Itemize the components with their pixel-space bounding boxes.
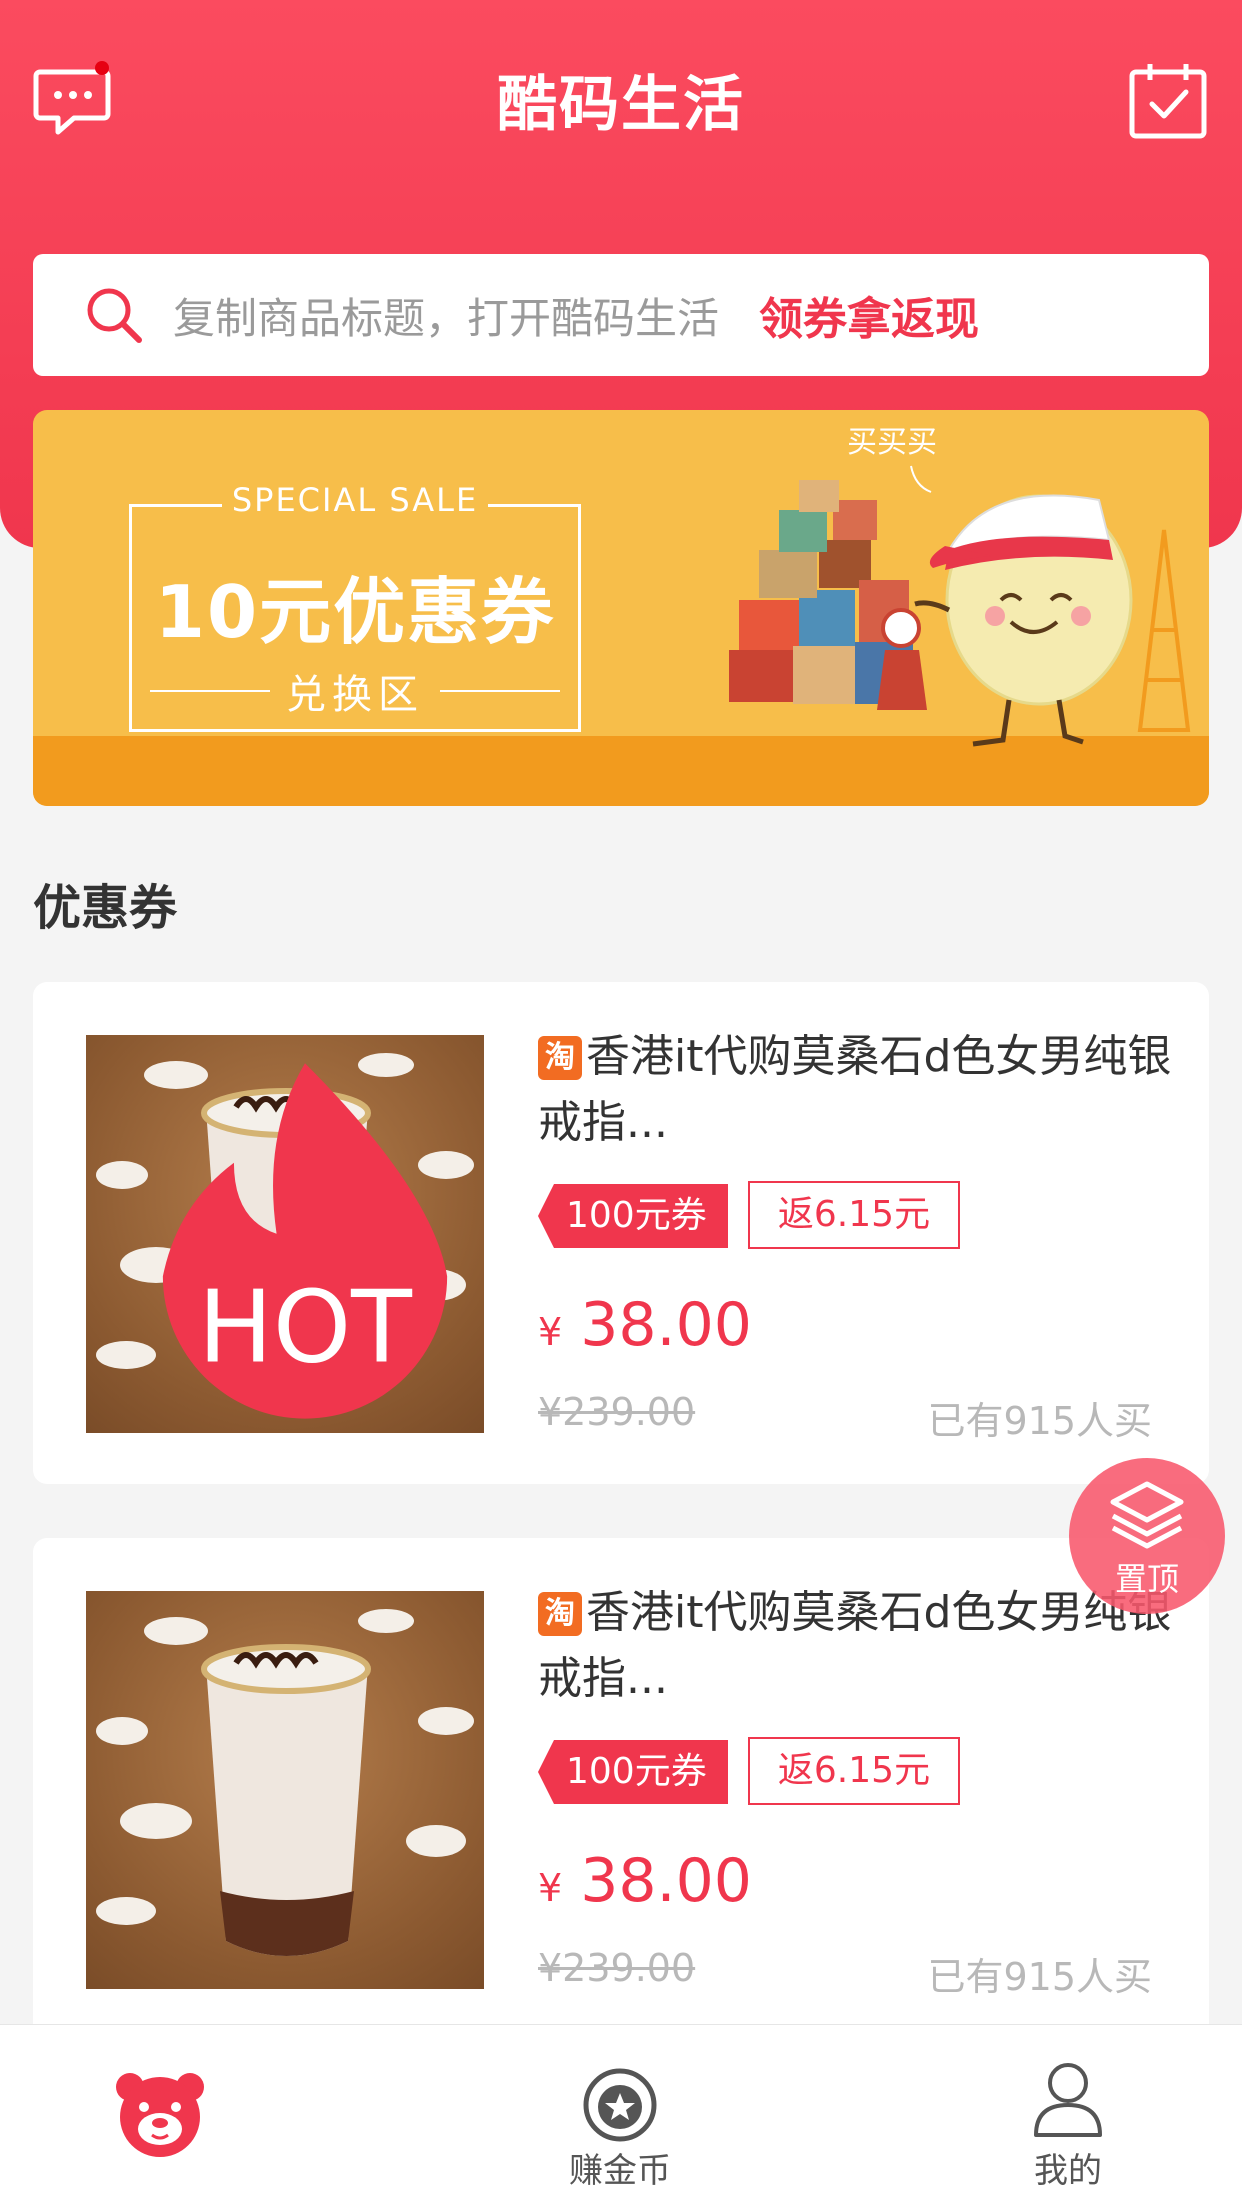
price: ¥38.00 xyxy=(538,1290,752,1360)
product-image[interactable] xyxy=(86,1591,484,1989)
product-card[interactable]: HOT 淘香港it代购莫桑石d色女男纯银戒指... 100元券 返6.15元 ¥… xyxy=(33,982,1209,1484)
coupon-tag: 100元券 xyxy=(538,1740,728,1804)
original-price: ¥239.00 xyxy=(538,1946,696,1990)
section-title: 优惠券 xyxy=(33,880,178,936)
app-title: 酷码生活 xyxy=(497,70,745,140)
bear-home-icon xyxy=(116,2073,204,2157)
tab-mine[interactable]: 我的 xyxy=(968,2025,1168,2208)
product-image[interactable]: HOT xyxy=(86,1035,484,1433)
bottom-tab-bar: 赚金币 我的 xyxy=(0,2024,1242,2208)
tab-earn-coins[interactable]: 赚金币 xyxy=(520,2025,720,2208)
rebate-tag: 返6.15元 xyxy=(748,1181,960,1249)
svg-text:HOT: HOT xyxy=(198,1271,413,1386)
back-to-top-label: 置顶 xyxy=(1114,1560,1179,1598)
coupon-tag: 100元券 xyxy=(538,1184,728,1248)
coupon-cashback-link[interactable]: 领券拿返现 xyxy=(759,283,979,347)
sold-count: 已有915人买 xyxy=(927,1399,1152,1443)
tab-earn-coins-label: 赚金币 xyxy=(569,2151,671,2191)
original-price: ¥239.00 xyxy=(538,1390,696,1434)
product-card[interactable]: 淘香港it代购莫桑石d色女男纯银戒指... 100元券 返6.15元 ¥38.0… xyxy=(33,1538,1209,2040)
layers-icon xyxy=(1110,1481,1184,1549)
price: ¥38.00 xyxy=(538,1846,752,1916)
banner-headline: 10元优惠券 xyxy=(154,570,556,654)
banner-tag: SPECIAL SALE xyxy=(221,481,489,519)
banner-frame: SPECIAL SALE 10元优惠券 兑换区 xyxy=(129,481,581,732)
search-bar[interactable]: 复制商品标题，打开酷码生活 领券拿返现 xyxy=(33,254,1209,376)
search-placeholder: 复制商品标题，打开酷码生活 xyxy=(173,293,720,343)
taobao-icon: 淘 xyxy=(538,1036,582,1080)
shopping-mascot-illustration: 买买买 xyxy=(729,425,1191,747)
banner-bubble-text: 买买买 xyxy=(847,425,937,460)
coupon-exchange-banner[interactable]: SPECIAL SALE 10元优惠券 兑换区 买买买 xyxy=(33,410,1209,806)
rebate-tag: 返6.15元 xyxy=(748,1737,960,1805)
taobao-icon: 淘 xyxy=(538,1592,582,1636)
banner-subline: 兑换区 xyxy=(286,672,424,718)
back-to-top-button[interactable]: 置顶 xyxy=(1069,1458,1225,1614)
hot-icon: HOT xyxy=(162,1063,448,1419)
product-title[interactable]: 淘香港it代购莫桑石d色女男纯银戒指... xyxy=(538,1024,1188,1156)
tab-mine-label: 我的 xyxy=(1034,2151,1102,2191)
tab-home[interactable] xyxy=(60,2025,260,2208)
calendar-check-icon[interactable] xyxy=(1126,58,1210,142)
search-icon xyxy=(87,288,142,343)
sold-count: 已有915人买 xyxy=(927,1955,1152,1999)
user-icon xyxy=(1034,2063,1102,2137)
coin-star-icon xyxy=(583,2068,657,2142)
